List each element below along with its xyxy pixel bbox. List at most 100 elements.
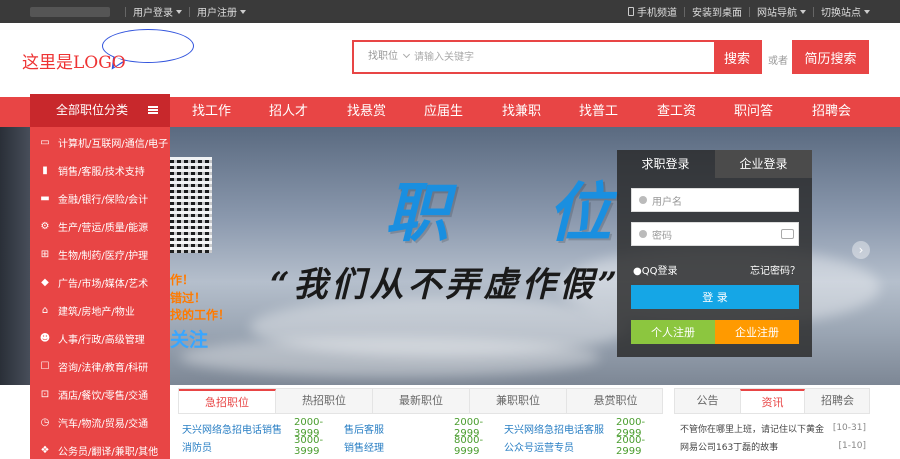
user-register-link[interactable]: 用户注册 [197, 4, 246, 19]
switch-site-link[interactable]: 切换站点 [821, 4, 870, 19]
chat-icon: ☐ [40, 360, 50, 372]
tab-company-login[interactable]: 企业登录 [715, 150, 812, 178]
site-name-blurred [30, 6, 110, 17]
notice-row[interactable]: 网易公司163丁磊的故事 [1-10] [680, 438, 866, 454]
job-title-link[interactable]: 天兴网络急招电话销售 [182, 421, 294, 436]
job-title-link[interactable]: 消防员 [182, 439, 294, 454]
nav-item-bounty[interactable]: 找悬赏 [347, 97, 386, 127]
search-input[interactable] [414, 42, 714, 72]
job-title-link[interactable]: 销售经理 [344, 439, 454, 454]
next-slide-arrow-icon[interactable]: › [852, 241, 870, 259]
cart-icon: ⊡ [40, 388, 50, 400]
nav-item-part-time[interactable]: 找兼职 [502, 97, 541, 127]
tab-bounty-jobs[interactable]: 悬赏职位 [567, 389, 664, 413]
install-desktop-link[interactable]: 安装到桌面 [692, 4, 742, 19]
sidebar-item-computer[interactable]: ▭ 计算机/互联网/通信/电子 [30, 128, 170, 156]
sidebar-item-consulting[interactable]: ☐ 咨询/法律/教育/科研 [30, 352, 170, 380]
lock-icon [639, 230, 647, 238]
phone-icon [628, 7, 634, 16]
user-login-link[interactable]: 用户登录 [133, 4, 182, 19]
nav-item-hire-talent[interactable]: 招人才 [269, 97, 308, 127]
notice-title: 不管你在哪里上班，请记住以下黄金 [680, 424, 825, 435]
password-field[interactable]: 密码 [631, 222, 799, 246]
sidebar-item-advertising[interactable]: ◆ 广告/市场/媒体/艺术 [30, 268, 170, 296]
nav-item-job-fair[interactable]: 招聘会 [812, 97, 851, 127]
company-register-button[interactable]: 企业注册 [715, 320, 799, 344]
notice-date: [10-31] [832, 423, 866, 433]
site-nav-link[interactable]: 网站导航 [757, 4, 806, 19]
notice-date: [1-10] [838, 441, 866, 451]
sidebar-item-label: 销售/客服/技术支持 [58, 166, 145, 178]
notice-row[interactable]: 不管你在哪里上班，请记住以下黄金 [10-31] [680, 420, 866, 436]
tab-latest-jobs[interactable]: 最新职位 [373, 389, 470, 413]
login-button[interactable]: 登 录 [631, 285, 799, 309]
search-button[interactable]: 搜索 [714, 42, 760, 72]
plus-icon: ⊞ [40, 248, 50, 260]
job-title-link[interactable]: 公众号运营专员 [504, 439, 616, 454]
username-placeholder: 用户名 [652, 196, 682, 208]
chevron-down-icon [800, 9, 806, 14]
header: 这里是LOGO 找职位 搜索 或者 简历搜索 [0, 23, 900, 97]
tab-urgent-jobs[interactable]: 急招职位 [179, 389, 276, 413]
tab-job-seeker-login[interactable]: 求职登录 [617, 150, 714, 178]
sidebar-item-label: 生产/营运/质量/能源 [58, 222, 149, 234]
job-salary: 8000-9999 [454, 435, 484, 457]
sidebar-item-hotel[interactable]: ⊡ 酒店/餐饮/零售/交通 [30, 380, 170, 408]
all-categories-header[interactable]: 全部职位分类 [30, 94, 170, 127]
site-logo[interactable]: 这里是LOGO [22, 48, 126, 73]
qq-login-label: QQ登录 [641, 266, 678, 277]
sidebar-item-label: 人事/行政/高级管理 [58, 334, 145, 346]
separator [813, 6, 814, 17]
nav-item-salary[interactable]: 查工资 [657, 97, 696, 127]
mobile-channel-link[interactable]: 手机频道 [628, 4, 677, 19]
sidebar-item-sales[interactable]: ▮ 销售/客服/技术支持 [30, 156, 170, 184]
personal-register-button[interactable]: 个人注册 [631, 320, 715, 344]
sidebar-item-production[interactable]: ⚙ 生产/营运/质量/能源 [30, 212, 170, 240]
bar-chart-icon: ▮ [42, 164, 48, 176]
nav-item-qa[interactable]: 职问答 [734, 97, 773, 127]
sidebar-item-label: 建筑/房地产/物业 [58, 306, 135, 318]
keyboard-icon[interactable] [781, 229, 794, 239]
qq-icon: ● [633, 266, 642, 277]
tab-part-time-jobs[interactable]: 兼职职位 [470, 389, 567, 413]
username-field[interactable]: 用户名 [631, 188, 799, 212]
job-row: 消防员 3000-3999 销售经理 8000-9999 公众号运营专员 200… [182, 435, 662, 457]
sidebar-item-label: 生物/制药/医疗/护理 [58, 250, 149, 262]
nav-item-general-workers[interactable]: 找普工 [579, 97, 618, 127]
tab-announcements[interactable]: 公告 [675, 389, 740, 413]
separator [749, 6, 750, 17]
chevron-down-icon [864, 9, 870, 14]
notice-title: 网易公司163丁磊的故事 [680, 442, 779, 453]
job-salary: 3000-3999 [294, 435, 324, 457]
tab-hot-jobs[interactable]: 热招职位 [276, 389, 373, 413]
sidebar-item-medical[interactable]: ⊞ 生物/制药/医疗/护理 [30, 240, 170, 268]
all-categories-label: 全部职位分类 [56, 103, 129, 117]
nav-item-find-job[interactable]: 找工作 [192, 97, 231, 127]
promo-line-4: 关注 [170, 329, 209, 351]
separator [125, 6, 126, 17]
sidebar-item-auto[interactable]: ◷ 汽车/物流/贸易/交通 [30, 408, 170, 436]
forgot-password-link[interactable]: 忘记密码？ [750, 262, 800, 277]
tab-news[interactable]: 资讯 [740, 389, 805, 413]
search-category-select[interactable]: 找职位 [368, 42, 411, 72]
sidebar-item-construction[interactable]: ⌂ 建筑/房地产/物业 [30, 296, 170, 324]
separator [684, 6, 685, 17]
sidebar-item-label: 广告/市场/媒体/艺术 [58, 278, 149, 290]
sidebar-item-finance[interactable]: ▬ 金融/银行/保险/会计 [30, 184, 170, 212]
nav-item-graduates[interactable]: 应届生 [424, 97, 463, 127]
promo-line-3: 找的工作！ [170, 308, 231, 322]
menu-icon [148, 106, 158, 114]
sidebar-item-civil-service[interactable]: ❖ 公务员/翻译/兼职/其他 [30, 436, 170, 459]
user-login-label: 用户登录 [133, 8, 173, 19]
resume-search-button[interactable]: 简历搜索 [792, 40, 869, 74]
job-row: 天兴网络急招电话销售 2000-3999 售后客服 2000-2999 天兴网络… [182, 417, 662, 439]
job-salary: 2000-2999 [616, 435, 646, 457]
tab-job-fairs[interactable]: 招聘会 [805, 389, 870, 413]
job-title-link[interactable]: 售后客服 [344, 421, 454, 436]
sidebar-item-hr[interactable]: ☻ 人事/行政/高级管理 [30, 324, 170, 352]
gear-icon: ⚙ [40, 220, 50, 232]
separator [189, 6, 190, 17]
job-title-link[interactable]: 天兴网络急招电话客服 [504, 421, 616, 436]
jobs-panel: 急招职位 热招职位 最新职位 兼职职位 悬赏职位 天兴网络急招电话销售 2000… [178, 388, 663, 459]
qq-login-link[interactable]: ●QQ登录 [633, 262, 677, 277]
